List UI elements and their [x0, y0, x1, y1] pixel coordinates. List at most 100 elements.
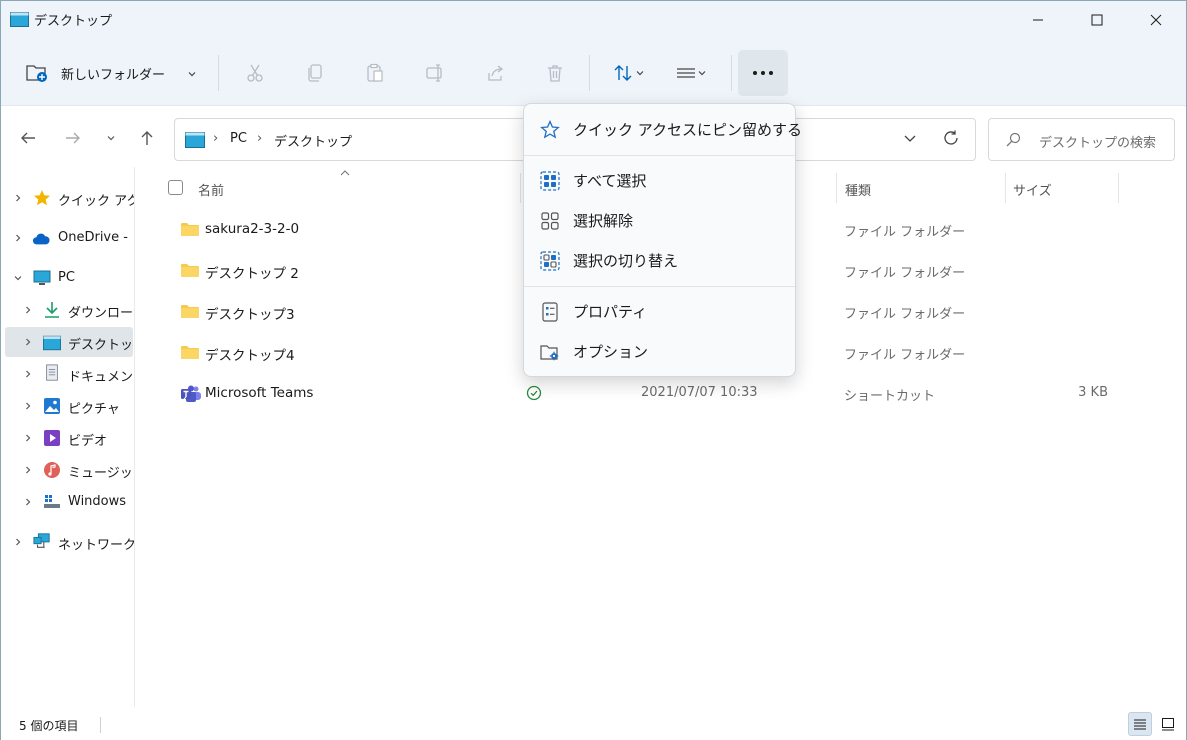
chevron-down-icon: [698, 71, 706, 76]
select-all-checkbox[interactable]: [168, 180, 183, 195]
view-button[interactable]: [667, 51, 715, 95]
delete-button[interactable]: [535, 51, 575, 95]
options-icon: [540, 345, 559, 361]
share-icon: [488, 65, 504, 81]
sort-button[interactable]: [605, 51, 653, 95]
cut-button[interactable]: [235, 51, 275, 95]
paste-button[interactable]: [355, 51, 395, 95]
sidebar-item-label: OneDrive -: [58, 230, 128, 245]
menu-item-select-all[interactable]: すべて選択: [528, 161, 793, 199]
minimize-button[interactable]: [1015, 1, 1061, 39]
teams-icon: [180, 385, 201, 403]
file-type: ショートカット: [844, 389, 936, 404]
file-size: 3 KB: [1078, 385, 1108, 400]
copy-button[interactable]: [295, 51, 335, 95]
close-button[interactable]: [1133, 1, 1179, 39]
column-divider[interactable]: [520, 173, 521, 203]
menu-item-pin-to-quick-access[interactable]: クイック アクセスにピン留めする: [528, 110, 802, 148]
column-divider[interactable]: [1005, 173, 1006, 203]
new-folder-button[interactable]: 新しいフォルダー: [25, 53, 165, 93]
chevron-down-icon[interactable]: [902, 130, 918, 146]
sidebar-item-label: ネットワーク: [58, 538, 135, 553]
details-view-button[interactable]: [1128, 712, 1152, 736]
sort-ascending-icon: [340, 170, 350, 176]
menu-separator: [524, 286, 795, 287]
list-view-icon: [677, 68, 695, 78]
chevron-down-icon[interactable]: [187, 69, 197, 79]
tiles-view-button[interactable]: [1156, 712, 1180, 736]
chevron-right-icon[interactable]: [23, 497, 33, 507]
breadcrumb-separator: ›: [213, 131, 219, 146]
chevron-right-icon[interactable]: [13, 233, 23, 243]
file-type: ファイル フォルダー: [844, 225, 966, 240]
folder-icon: [181, 305, 199, 318]
minimize-icon: [1033, 19, 1043, 21]
sidebar-item-label: デスクトップ: [68, 338, 134, 353]
chevron-right-icon[interactable]: [23, 465, 33, 475]
column-header-type[interactable]: 種類: [845, 180, 871, 199]
refresh-icon[interactable]: [942, 129, 960, 147]
rename-button[interactable]: [415, 51, 455, 95]
breadcrumb-desktop[interactable]: デスクトップ: [274, 131, 352, 150]
file-type: ファイル フォルダー: [844, 307, 966, 322]
file-name: Microsoft Teams: [205, 385, 314, 401]
up-button[interactable]: [132, 123, 162, 153]
back-button[interactable]: [13, 123, 43, 153]
sidebar-item-pictures[interactable]: ピクチャ: [5, 391, 133, 421]
sidebar-item-documents[interactable]: ドキュメント: [5, 359, 134, 389]
paste-icon: [367, 63, 383, 82]
file-row[interactable]: Microsoft Teams 2021/07/07 10:33 ショートカット…: [136, 373, 1186, 414]
sidebar-item-downloads[interactable]: ダウンロード: [5, 295, 134, 325]
sidebar-item-onedrive[interactable]: OneDrive -: [5, 223, 133, 253]
menu-item-label: 選択の切り替え: [573, 252, 679, 270]
column-divider[interactable]: [836, 173, 837, 203]
sidebar-item-pc[interactable]: PC: [5, 263, 133, 293]
sidebar-item-label: ドキュメント: [68, 370, 134, 385]
chevron-right-icon[interactable]: [13, 537, 23, 547]
breadcrumb-pc[interactable]: PC: [230, 131, 247, 146]
recent-locations-button[interactable]: [97, 123, 125, 153]
chevron-right-icon[interactable]: [23, 433, 33, 443]
chevron-right-icon[interactable]: [23, 337, 33, 347]
sidebar-item-network[interactable]: ネットワーク: [5, 527, 135, 557]
file-name: sakura2-3-2-0: [205, 221, 300, 237]
sidebar-item-quick-access[interactable]: クイック アクセス: [5, 183, 134, 213]
sidebar-item-windows-drive[interactable]: Windows: [5, 487, 133, 517]
chevron-right-icon[interactable]: [23, 305, 33, 315]
see-more-button[interactable]: [738, 50, 788, 96]
details-view-icon: [1134, 719, 1146, 730]
arrow-right-icon: [66, 132, 80, 144]
column-divider[interactable]: [1118, 173, 1119, 203]
maximize-icon: [1091, 14, 1103, 26]
maximize-button[interactable]: [1074, 1, 1120, 39]
menu-item-select-none[interactable]: 選択解除: [528, 201, 793, 239]
sidebar-item-label: Windows: [68, 494, 127, 509]
chevron-right-icon[interactable]: [23, 369, 33, 379]
share-button[interactable]: [475, 51, 515, 95]
chevron-right-icon[interactable]: [23, 401, 33, 411]
column-header-name[interactable]: 名前: [198, 180, 224, 199]
sidebar-item-videos[interactable]: ビデオ: [5, 423, 133, 453]
forward-button[interactable]: [58, 123, 88, 153]
chevron-right-icon[interactable]: [13, 193, 23, 203]
sidebar-item-desktop[interactable]: デスクトップ: [5, 327, 134, 357]
chevron-down-icon[interactable]: [13, 273, 23, 283]
chevron-down-icon: [636, 71, 644, 76]
sync-ok-icon: [526, 385, 542, 401]
file-name: デスクトップ3: [205, 307, 295, 323]
arrow-left-icon: [21, 132, 35, 144]
file-name: デスクトップ4: [205, 348, 295, 364]
search-box[interactable]: デスクトップの検索: [988, 118, 1175, 161]
pin-star-icon: [540, 120, 560, 139]
column-header-size[interactable]: サイズ: [1013, 180, 1052, 199]
menu-item-properties[interactable]: プロパティ: [528, 292, 793, 330]
status-bar: 5 個の項目: [1, 707, 1186, 740]
menu-item-label: オプション: [573, 343, 649, 361]
item-count: 5 個の項目: [19, 719, 79, 733]
toolbar-divider: [218, 55, 219, 91]
pictures-icon: [44, 398, 60, 414]
desktop-folder-icon: [10, 12, 29, 27]
menu-item-options[interactable]: オプション: [528, 332, 793, 370]
sidebar-item-music[interactable]: ミュージック: [5, 455, 134, 485]
menu-item-invert-selection[interactable]: 選択の切り替え: [528, 241, 793, 279]
